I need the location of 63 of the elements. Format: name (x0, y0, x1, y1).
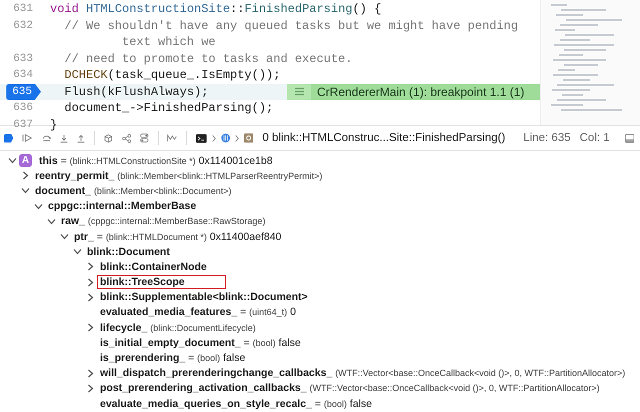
argument-badge: A (19, 154, 32, 168)
chevron-right-icon[interactable] (86, 323, 95, 332)
line-number: 631 (12, 2, 34, 17)
cube-icon[interactable] (104, 132, 113, 144)
panel-icon[interactable] (624, 132, 634, 144)
code-line: document_->FinishedParsing(); (63, 100, 274, 116)
thread-icon[interactable] (220, 131, 230, 145)
stack-frame-label[interactable]: 0 blink::HTMLConstruc...Site::FinishedParsing() (262, 132, 506, 144)
chevron-icon (212, 132, 216, 144)
list-icon (287, 84, 311, 100)
code-line: // We shouldn't have any queued tasks but we might have pending (63, 18, 518, 34)
chevron-right-icon[interactable] (86, 292, 95, 302)
code-line: void HTMLConstructionSite::FinishedParsing() { (50, 1, 382, 18)
line-indicator: Line: 635 (523, 132, 571, 144)
toggle-icon[interactable] (140, 131, 149, 145)
line-number: 635 (6, 84, 41, 100)
code-line: Flush(kFlushAlways); (63, 84, 208, 100)
chevron-down-icon[interactable] (60, 232, 69, 242)
variable-entry[interactable]: ptr_ = (blink::HTMLDocument *) 0x11400aef840 (71, 230, 284, 244)
variable-entry[interactable]: reentry_permit_ (blink::Member<blink::HTMLParserReentryPermit>) (32, 168, 326, 183)
variable-entry[interactable]: blink::ContainerNode (97, 260, 210, 274)
code-line: // need to promote to tasks and execute. (63, 50, 352, 67)
memory-graph-icon[interactable] (167, 132, 178, 144)
graph-icon[interactable] (122, 132, 132, 144)
chevron-down-icon[interactable] (8, 156, 17, 166)
line-number: 634 (12, 68, 34, 83)
variable-entry[interactable]: raw_ (cppgc::internal::MemberBase::RawStorage) (58, 214, 268, 228)
breakpoints-toggle[interactable] (4, 134, 14, 142)
code-line: } (50, 116, 58, 133)
chevron-down-icon[interactable] (34, 202, 43, 211)
column-indicator: Col: 1 (580, 132, 610, 144)
chevron-down-icon[interactable] (73, 247, 82, 256)
variable-entry[interactable]: blink::Document (84, 244, 173, 259)
variable-entry[interactable]: is_prerendering_ = (bool) false (97, 351, 248, 366)
continue-icon[interactable] (22, 132, 34, 144)
frame-icon[interactable] (244, 131, 254, 145)
variable-entry[interactable]: document_ (blink::Member<blink::Document>) (32, 184, 234, 198)
breakpoint-label: CrRendererMain (1): breakpoint 1.1 (1) (316, 84, 524, 100)
chevron-right-icon[interactable] (86, 384, 95, 393)
variable-entry[interactable]: is_initial_empty_document_ = (bool) false (97, 336, 304, 350)
code-line: text which we (121, 34, 217, 50)
chevron-down-icon[interactable] (21, 186, 30, 196)
variable-entry[interactable]: will_dispatch_prerenderingchange_callbacks_ (WTF::Vector<base::OnceCallback<void ()>, 0, WTF::PartitionAllocator>) (97, 366, 628, 380)
variable-entry[interactable]: cppgc::internal::MemberBase (45, 199, 200, 214)
variable-entry[interactable]: post_prerendering_activation_callbacks_ (WTF::Vector<base::OnceCallback<void ()>, 0, WTF::PartitionAllocator>) (97, 381, 603, 396)
variable-entry[interactable]: blink::Supplementable<blink::Document> (97, 290, 311, 304)
chevron-right-icon[interactable] (86, 262, 95, 272)
terminal-icon[interactable] (196, 132, 207, 144)
line-number: 636 (12, 101, 34, 116)
variable-entry[interactable]: lifecycle_ (blink::DocumentLifecycle) (97, 320, 259, 335)
variable-entry[interactable]: evaluated_media_features_ = (uint64_t) 0 (97, 305, 299, 320)
chevron-right-icon[interactable] (86, 368, 95, 378)
chevron-icon (235, 132, 240, 144)
chevron-right-icon[interactable] (86, 278, 95, 287)
variable-entry[interactable]: blink::TreeScope (97, 275, 226, 290)
code-line: DCHECK(task_queue_.IsEmpty()); (63, 67, 280, 84)
line-number: 633 (12, 52, 34, 66)
chevron-down-icon[interactable] (47, 216, 56, 226)
line-number: 632 (12, 18, 34, 34)
chevron-right-icon[interactable] (21, 171, 30, 180)
variable-entry[interactable]: this = (blink::HTMLConstructionSite *) 0x114001ce1b8 (36, 154, 276, 168)
variable-entry[interactable]: evaluate_media_queries_on_style_recalc_ = (bool) false (97, 396, 375, 411)
line-number: 637 (12, 118, 34, 132)
